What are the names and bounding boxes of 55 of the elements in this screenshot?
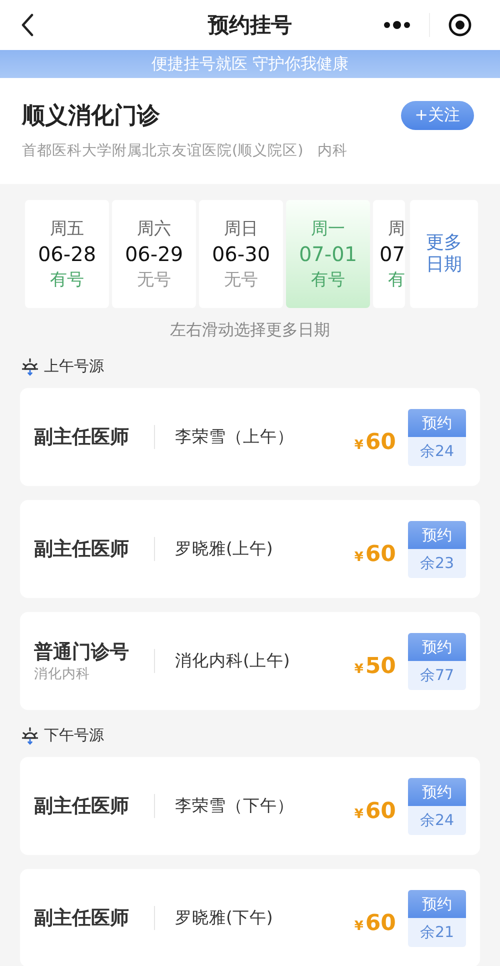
book-button[interactable]: 预约 余77	[408, 632, 466, 690]
hospital-name: 首都医科大学附属北京友谊医院(顺义院区)	[22, 142, 304, 160]
availability-label: 有号	[311, 269, 345, 291]
follow-button[interactable]: +关注	[400, 101, 474, 130]
department-name: 内科	[317, 142, 348, 160]
slot-type: 副主任医师	[34, 425, 130, 450]
weekday-label: 周六	[137, 218, 171, 240]
price: ¥60	[354, 542, 396, 566]
doctor-name: 消化内科(上午)	[175, 650, 291, 672]
price: ¥60	[354, 798, 396, 824]
more-dates-button[interactable]: 更多日期	[410, 200, 478, 308]
availability-label: 有	[388, 269, 405, 291]
availability-label: 有号	[50, 269, 84, 291]
price: ¥60	[354, 430, 396, 454]
price: ¥60	[354, 910, 396, 936]
doctor-name: 罗晓雅(上午)	[175, 538, 274, 560]
weekday-label: 周一	[311, 218, 345, 240]
date-tab[interactable]: 周六 06-29 无号	[112, 200, 196, 308]
section-title: 下午号源	[44, 726, 104, 745]
swipe-hint: 左右滑动选择更多日期	[169, 320, 331, 341]
slot-type: 副主任医师	[34, 537, 130, 562]
doctor-name: 罗晓雅(下午)	[175, 907, 274, 929]
slot-type: 副主任医师	[34, 906, 130, 931]
more-icon[interactable]	[383, 20, 411, 30]
date-label: 06-30	[212, 242, 270, 266]
book-button[interactable]: 预约 余21	[408, 890, 466, 946]
sun-icon	[22, 358, 38, 376]
date-label: 07-01	[298, 242, 358, 266]
date-label: 06-28	[38, 242, 96, 266]
book-button[interactable]: 预约 余24	[408, 778, 466, 834]
back-icon[interactable]	[20, 13, 34, 37]
page-title: 预约挂号	[208, 12, 292, 39]
date-tab[interactable]: 周五 06-28 有号	[25, 200, 109, 308]
date-tab[interactable]: 周日 06-30 无号	[199, 200, 283, 308]
slot-type: 副主任医师	[34, 794, 130, 819]
doctor-name: 李荣雪（下午）	[175, 795, 295, 817]
book-button[interactable]: 预约 余24	[408, 408, 466, 466]
section-title: 上午号源	[44, 357, 104, 376]
weekday-label: 周五	[50, 218, 84, 240]
availability-label: 无号	[137, 269, 171, 291]
doctor-name: 李荣雪（上午）	[175, 426, 295, 448]
weekday-label: 周	[388, 218, 405, 240]
book-button[interactable]: 预约 余23	[408, 520, 466, 578]
availability-label: 无号	[224, 269, 258, 291]
sun-icon	[22, 726, 38, 744]
weekday-label: 周日	[224, 218, 258, 240]
date-label: 07	[380, 242, 405, 266]
price: ¥50	[354, 654, 396, 678]
slot-department: 消化内科	[34, 665, 91, 683]
date-label: 06-29	[124, 242, 184, 266]
slot-type: 普通门诊号	[34, 640, 130, 665]
clinic-name: 顺义消化门诊	[22, 102, 160, 131]
slogan-text: 便捷挂号就医 守护你我健康	[151, 54, 349, 74]
date-tab[interactable]: 周 07 有	[373, 200, 405, 308]
date-tab[interactable]: 周一 07-01 有号	[286, 200, 370, 308]
